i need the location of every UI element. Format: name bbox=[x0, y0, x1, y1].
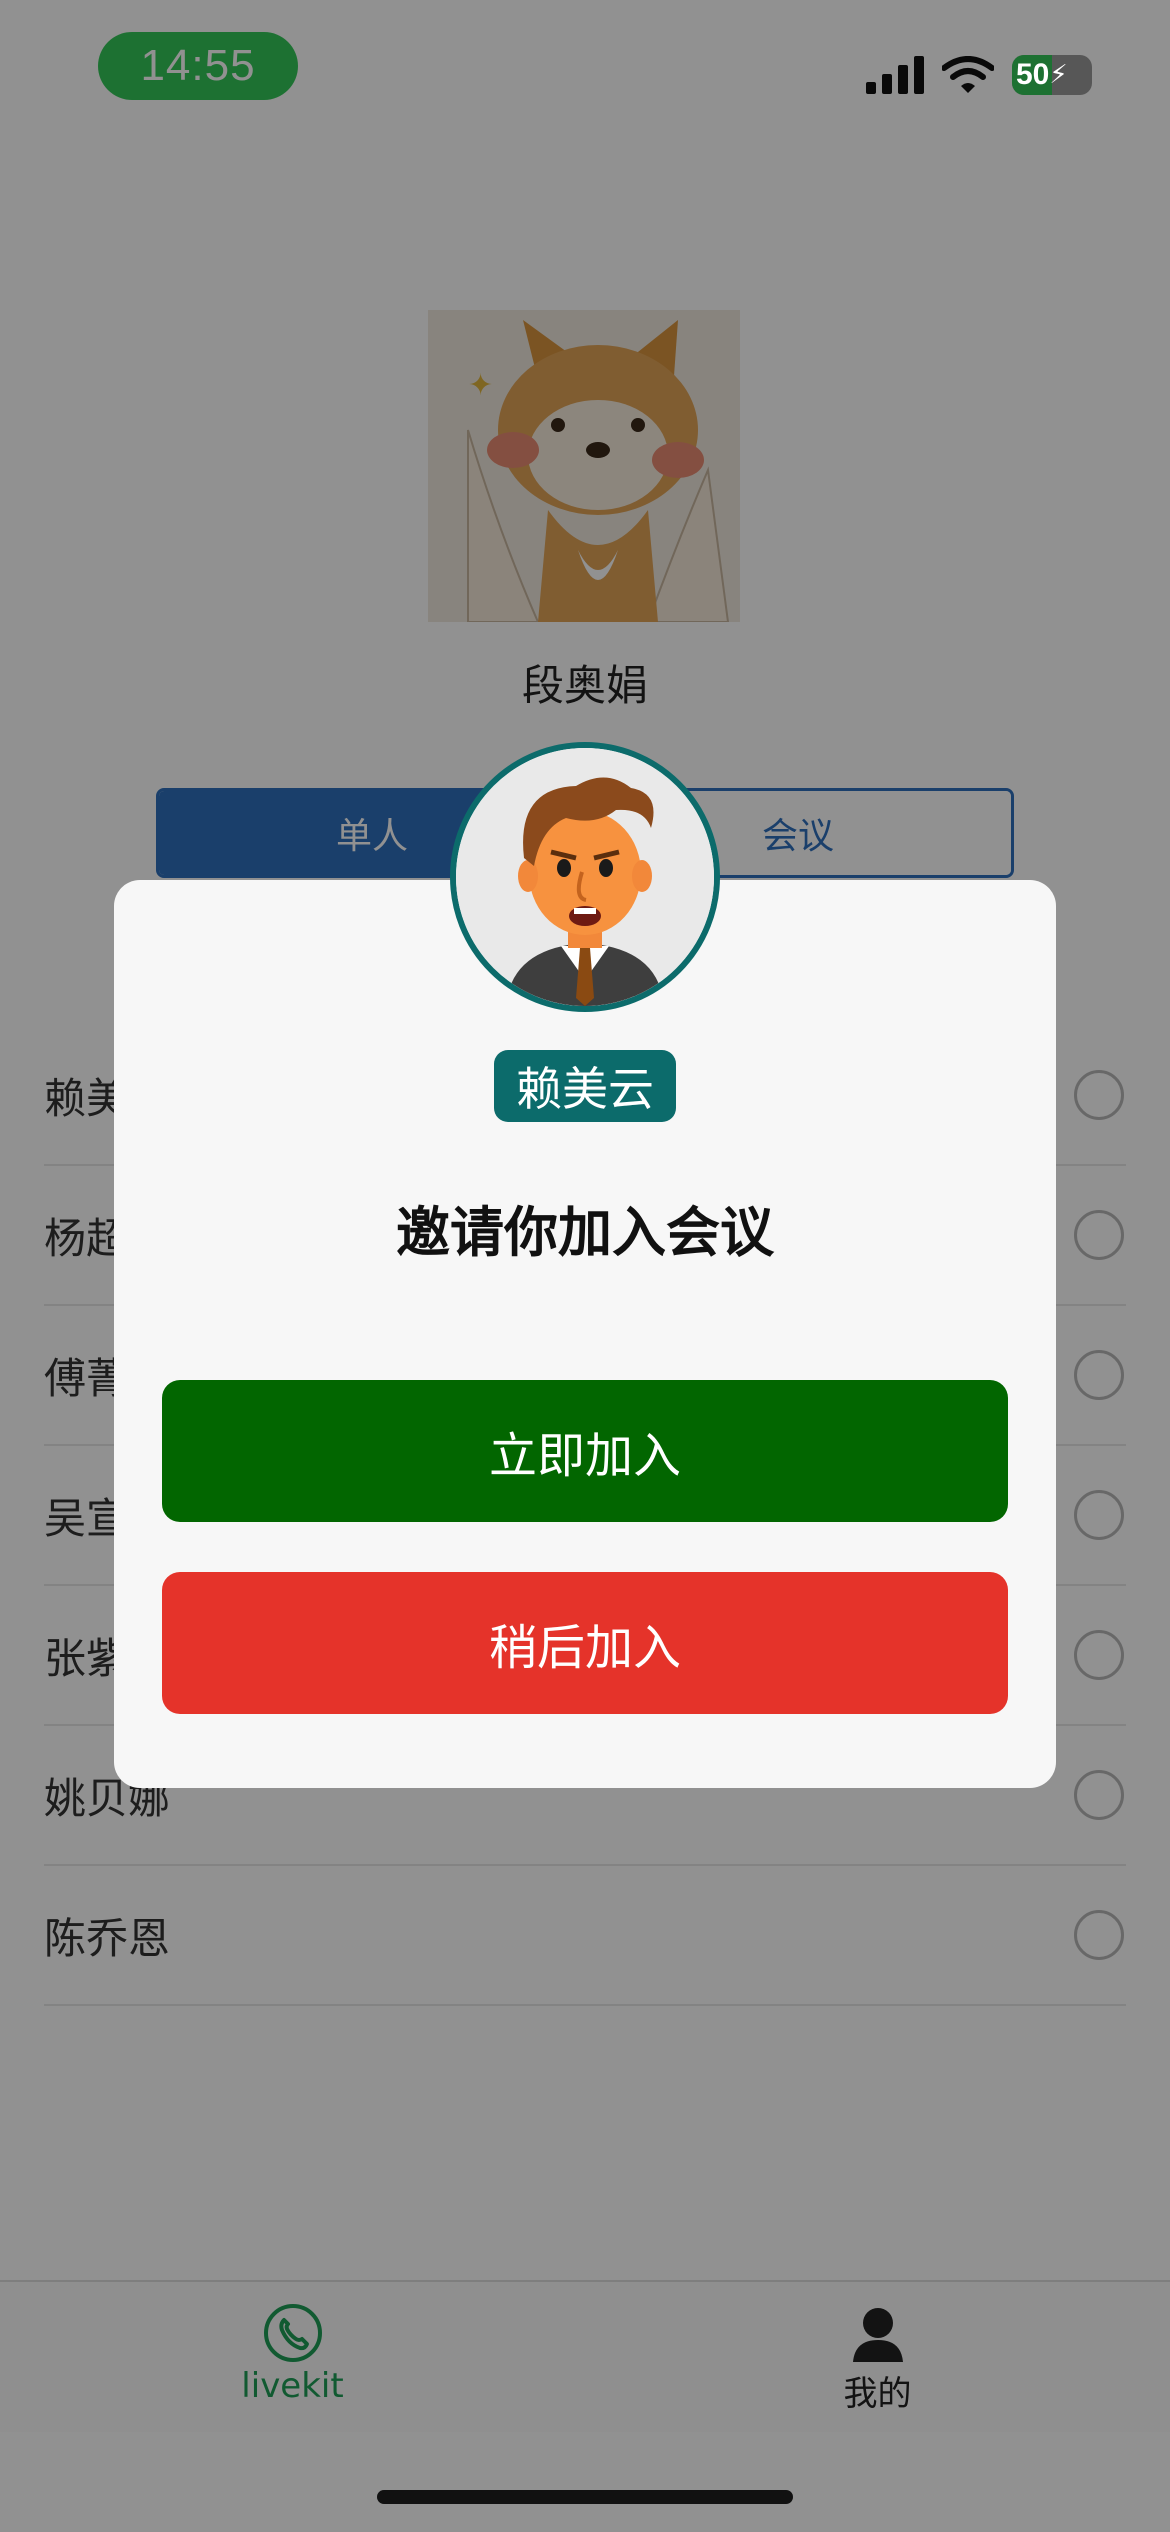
home-indicator[interactable] bbox=[377, 2490, 793, 2504]
join-now-button[interactable]: 立即加入 bbox=[162, 1380, 1008, 1522]
caller-name-badge: 赖美云 bbox=[494, 1050, 676, 1122]
caller-avatar bbox=[450, 742, 720, 1012]
charging-bolt-icon: ⚡ bbox=[1049, 60, 1068, 90]
join-later-button[interactable]: 稍后加入 bbox=[162, 1572, 1008, 1714]
battery-level: 50 bbox=[1016, 58, 1050, 91]
invite-message: 邀请你加入会议 bbox=[396, 1201, 774, 1264]
